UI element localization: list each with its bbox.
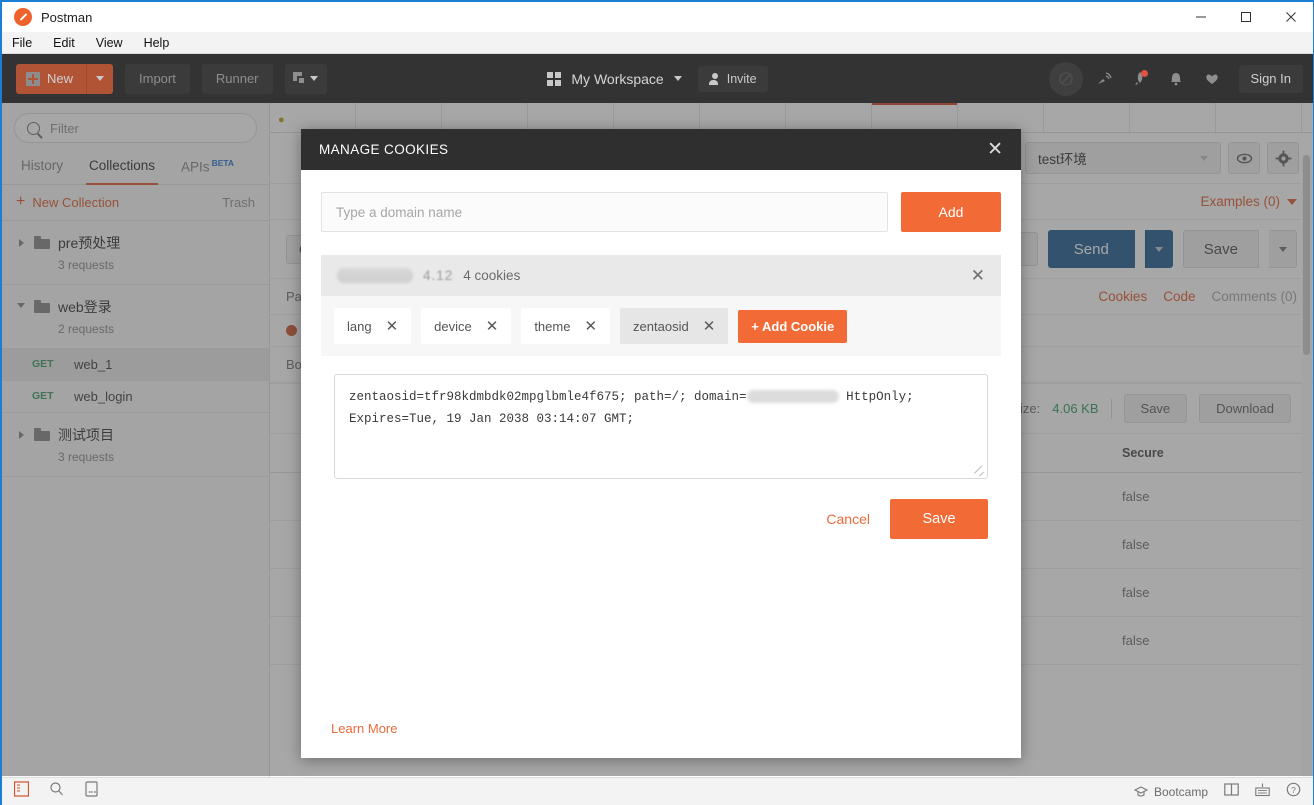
new-button-label: New bbox=[47, 71, 74, 86]
new-dropdown-caret[interactable] bbox=[86, 63, 113, 94]
cookie-chip-lang[interactable]: lang ✕ bbox=[334, 308, 412, 344]
menu-view[interactable]: View bbox=[96, 36, 123, 50]
domain-card-header: 4.12 4 cookies ✕ bbox=[321, 255, 1001, 296]
plus-icon bbox=[26, 71, 40, 86]
title-bar: Postman bbox=[2, 2, 1313, 32]
cancel-button[interactable]: Cancel bbox=[826, 511, 870, 527]
satellite-icon[interactable] bbox=[1089, 62, 1119, 96]
redacted-domain bbox=[337, 268, 413, 283]
cookie-text-line1-b: HttpOnly; bbox=[838, 390, 914, 404]
chevron-down-icon[interactable] bbox=[673, 76, 682, 81]
cookie-chip-theme[interactable]: theme ✕ bbox=[521, 308, 611, 344]
add-domain-button[interactable]: Add bbox=[901, 192, 1001, 232]
close-icon[interactable]: ✕ bbox=[987, 140, 1003, 159]
manage-cookies-modal: MANAGE COOKIES ✕ Add 4.12 4 cookies ✕ bbox=[301, 129, 1021, 758]
invite-label: Invite bbox=[726, 71, 757, 86]
add-domain-row: Add bbox=[321, 192, 1001, 232]
keyboard-icon[interactable] bbox=[1255, 782, 1270, 802]
bootcamp-label: Bootcamp bbox=[1153, 784, 1208, 799]
runner-button[interactable]: Runner bbox=[201, 63, 273, 94]
cookie-chip-device[interactable]: device ✕ bbox=[421, 308, 512, 344]
app-title: Postman bbox=[41, 9, 93, 25]
remove-domain-icon[interactable]: ✕ bbox=[971, 266, 985, 286]
new-button[interactable]: New bbox=[16, 63, 114, 94]
new-window-button[interactable] bbox=[284, 63, 327, 94]
cookie-count: 4 cookies bbox=[463, 268, 521, 283]
sidebar-toggle-icon[interactable] bbox=[13, 781, 30, 802]
menu-file[interactable]: File bbox=[12, 36, 32, 50]
layout-icon[interactable] bbox=[1224, 782, 1239, 802]
sign-in-button[interactable]: Sign In bbox=[1238, 64, 1303, 93]
import-button[interactable]: Import bbox=[125, 63, 190, 94]
rocket-icon[interactable] bbox=[1125, 62, 1155, 96]
copy-icon bbox=[293, 72, 306, 85]
learn-more-link[interactable]: Learn More bbox=[331, 721, 397, 736]
menu-edit[interactable]: Edit bbox=[53, 36, 75, 50]
invite-button[interactable]: Invite bbox=[697, 65, 768, 92]
help-icon[interactable]: ? bbox=[1286, 782, 1301, 802]
menu-help[interactable]: Help bbox=[144, 36, 170, 50]
window-controls bbox=[1178, 2, 1313, 32]
domain-input[interactable] bbox=[321, 192, 888, 232]
heart-icon[interactable] bbox=[1197, 62, 1227, 96]
cookie-chip-label: zentaosid bbox=[633, 318, 689, 334]
postman-window: Postman File Edit View Help New Import R… bbox=[0, 0, 1314, 805]
cookie-value-textarea[interactable]: zentaosid=tfr98kdmbdk02mpglbmle4f675; pa… bbox=[334, 374, 988, 479]
modal-body: Add 4.12 4 cookies ✕ lang ✕ bbox=[301, 170, 1021, 758]
close-icon[interactable]: ✕ bbox=[486, 317, 499, 335]
cookie-chip-label: device bbox=[434, 318, 472, 334]
modal-header: MANAGE COOKIES ✕ bbox=[301, 129, 1021, 170]
bell-icon[interactable] bbox=[1161, 62, 1191, 96]
chevron-down-icon bbox=[310, 76, 318, 81]
cookie-chip-zentaosid[interactable]: zentaosid ✕ bbox=[620, 308, 729, 344]
domain-fragment: 4.12 bbox=[423, 268, 454, 283]
postman-logo-icon bbox=[14, 8, 32, 26]
cookie-chips-row: lang ✕ device ✕ theme ✕ zentaosid ✕ + Ad… bbox=[321, 296, 1001, 356]
maximize-icon[interactable] bbox=[1223, 2, 1268, 32]
domain-cookie-card: 4.12 4 cookies ✕ lang ✕ device ✕ theme ✕… bbox=[321, 255, 1001, 539]
chevron-down-icon bbox=[96, 76, 105, 81]
close-icon[interactable]: ✕ bbox=[703, 317, 716, 335]
add-cookie-button[interactable]: + Add Cookie bbox=[738, 309, 848, 343]
close-icon[interactable]: ✕ bbox=[584, 317, 597, 335]
console-icon[interactable] bbox=[84, 781, 99, 802]
notification-dot bbox=[1140, 69, 1148, 77]
grid-icon bbox=[547, 71, 562, 86]
redacted-domain-inline bbox=[746, 390, 839, 404]
resize-handle[interactable] bbox=[975, 466, 985, 476]
close-icon[interactable] bbox=[1268, 2, 1313, 32]
find-icon[interactable] bbox=[49, 781, 64, 802]
modal-actions: Cancel Save bbox=[321, 479, 1001, 539]
cookie-text-line1-a: zentaosid=tfr98kdmbdk02mpglbmle4f675; pa… bbox=[349, 390, 747, 404]
bootcamp-button[interactable]: Bootcamp bbox=[1133, 784, 1208, 799]
status-bar: Bootcamp ? bbox=[2, 777, 1313, 805]
cookie-text-line2: Expires=Tue, 19 Jan 2038 03:14:07 GMT; bbox=[349, 411, 635, 426]
workspace-name[interactable]: My Workspace bbox=[571, 71, 663, 87]
save-button[interactable]: Save bbox=[890, 499, 988, 539]
sync-disabled-icon[interactable] bbox=[1048, 61, 1083, 96]
cookie-chip-label: theme bbox=[534, 318, 571, 334]
minimize-icon[interactable] bbox=[1178, 2, 1223, 32]
modal-title: MANAGE COOKIES bbox=[319, 142, 449, 157]
close-icon[interactable]: ✕ bbox=[386, 317, 399, 335]
main-toolbar: New Import Runner My Workspace Invite Si… bbox=[2, 54, 1313, 103]
domain-label: 4.12 4 cookies bbox=[337, 268, 520, 283]
cookie-chip-label: lang bbox=[347, 318, 372, 334]
person-add-icon bbox=[708, 72, 721, 85]
menu-bar: File Edit View Help bbox=[2, 32, 1313, 54]
toolbar-right-icons: Sign In bbox=[1048, 54, 1303, 103]
svg-text:?: ? bbox=[1291, 784, 1296, 794]
